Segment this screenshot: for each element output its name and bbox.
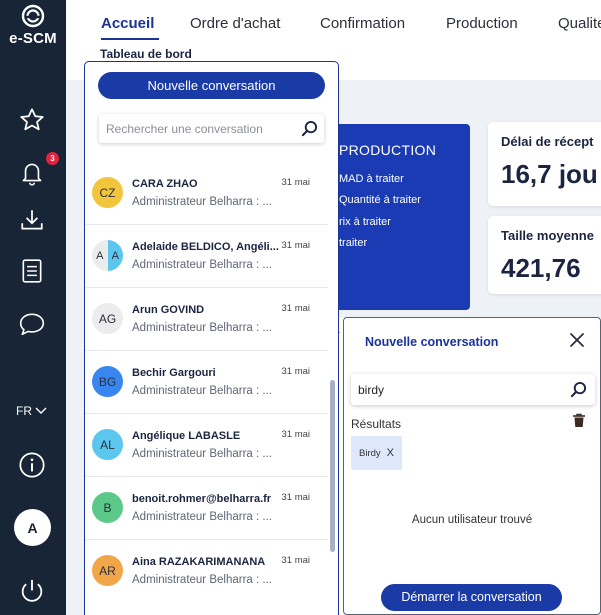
conversation-date: 31 mai: [281, 303, 310, 314]
logout-button[interactable]: [15, 574, 49, 608]
tab-accueil[interactable]: Accueil: [101, 15, 154, 32]
close-icon[interactable]: [568, 331, 586, 349]
production-line[interactable]: Quantité à traiter: [339, 194, 421, 206]
conversation-panel: Nouvelle conversation CZ CARA ZHAO Admin…: [84, 61, 339, 615]
empty-results-message: Aucun utilisateur trouvé: [411, 514, 533, 526]
power-icon: [21, 579, 43, 602]
conversation-item[interactable]: B benoit.rohmer@belharra.fr Administrate…: [85, 477, 328, 540]
conversation-date: 31 mai: [281, 240, 310, 251]
avatar: CZ: [92, 177, 123, 208]
logo-text: e-SCM: [9, 30, 57, 47]
kpi-label: Taille moyenne: [501, 228, 594, 243]
avatar-right: A: [107, 240, 123, 271]
conversation-preview: Administrateur Belharra : ...: [132, 322, 272, 334]
avatar-left: A: [92, 240, 108, 271]
conversation-preview: Administrateur Belharra : ...: [132, 448, 272, 460]
conversation-name: Arun GOVIND: [132, 304, 205, 316]
production-line[interactable]: rix à traiter: [339, 216, 391, 228]
language-label: FR: [16, 404, 32, 418]
conversation-date: 31 mai: [281, 177, 310, 188]
new-conversation-button[interactable]: Nouvelle conversation: [98, 72, 325, 99]
avatar: BG: [92, 366, 123, 397]
favorites-button[interactable]: [15, 103, 49, 137]
chip-label: Birdy: [359, 447, 381, 459]
modal-title: Nouvelle conversation: [365, 335, 499, 349]
conversation-search: [99, 114, 324, 143]
chevron-down-icon: [35, 407, 47, 414]
avatar: B: [92, 492, 123, 523]
conversation-item[interactable]: AR Aina RAZAKARIMANANA Administrateur Be…: [85, 540, 328, 603]
bell-icon: [22, 163, 42, 186]
documents-button[interactable]: [15, 254, 49, 288]
document-icon: [22, 259, 42, 283]
selected-user-chip[interactable]: Birdy X: [351, 436, 402, 470]
tab-confirmation[interactable]: Confirmation: [320, 15, 405, 32]
breadcrumb: Tableau de bord: [100, 47, 192, 61]
conversation-preview: Administrateur Belharra : ...: [132, 574, 272, 586]
avatar: AR: [92, 555, 123, 586]
language-selector[interactable]: FR: [16, 404, 47, 418]
conversation-date: 31 mai: [281, 555, 310, 566]
kpi-value: 421,76: [501, 253, 581, 283]
production-line[interactable]: MAD à traiter: [339, 173, 404, 185]
logo-icon: [21, 4, 45, 28]
info-icon: [19, 452, 45, 478]
user-search: [351, 374, 595, 405]
tab-qualite[interactable]: Qualite: [558, 15, 601, 32]
conversation-preview: Administrateur Belharra : ...: [132, 259, 272, 271]
kpi-value: 16,7 jou: [501, 159, 598, 189]
info-button[interactable]: [15, 448, 49, 482]
chat-bubble-icon: [19, 313, 45, 336]
conversation-date: 31 mai: [281, 429, 310, 440]
conversation-name: Aina RAZAKARIMANANA: [132, 556, 266, 568]
avatar: AG: [92, 303, 123, 334]
conversation-date: 31 mai: [281, 492, 310, 503]
conversation-item[interactable]: AG Arun GOVIND Administrateur Belharra :…: [85, 288, 328, 351]
conversation-name: Adelaide BELDICO, Angéli...: [132, 241, 279, 253]
conversation-name: Angélique LABASLE: [132, 430, 241, 442]
trash-icon[interactable]: [572, 413, 586, 428]
production-card[interactable]: PRODUCTION MAD à traiter Quantité à trai…: [330, 124, 470, 310]
conversation-item[interactable]: CZ CARA ZHAO Administrateur Belharra : .…: [85, 162, 328, 225]
conversation-name: benoit.rohmer@belharra.fr: [132, 493, 272, 505]
conversation-preview: Administrateur Belharra : ...: [132, 385, 272, 397]
download-button[interactable]: [15, 203, 49, 237]
conversation-search-input[interactable]: [99, 114, 289, 143]
star-icon: [20, 108, 44, 131]
new-conversation-modal: Nouvelle conversation Résultats Birdy X …: [343, 317, 601, 615]
conversation-preview: Administrateur Belharra : ...: [132, 511, 272, 523]
conversation-date: 31 mai: [281, 366, 310, 377]
group-avatar: A A: [92, 240, 123, 271]
notification-badge: 3: [46, 152, 59, 165]
app-logo[interactable]: e-SCM: [0, 4, 66, 47]
chip-remove-button[interactable]: X: [387, 447, 394, 459]
production-line[interactable]: traiter: [339, 237, 367, 249]
conversation-item[interactable]: BG Bechir Gargouri Administrateur Belhar…: [85, 351, 328, 414]
kpi-card-taille: Taille moyenne 421,76: [488, 216, 601, 294]
chat-button[interactable]: [15, 307, 49, 341]
user-search-input[interactable]: [351, 374, 556, 405]
kpi-label: Délai de récept: [501, 134, 594, 149]
sidebar: e-SCM 3 FR A: [0, 0, 66, 615]
kpi-card-delai: Délai de récept 16,7 jou: [488, 122, 601, 206]
notifications-button[interactable]: [15, 156, 49, 190]
search-icon[interactable]: [301, 120, 318, 137]
conversation-name: CARA ZHAO: [132, 178, 198, 190]
conversation-item[interactable]: AL Angélique LABASLE Administrateur Belh…: [85, 414, 328, 477]
tab-ordre-achat[interactable]: Ordre d'achat: [190, 15, 280, 32]
download-icon: [21, 210, 43, 230]
conversation-preview: Administrateur Belharra : ...: [132, 196, 272, 208]
tab-production[interactable]: Production: [446, 15, 518, 32]
results-label: Résultats: [351, 417, 402, 431]
conversation-list-scrollbar[interactable]: [330, 380, 335, 552]
avatar: AL: [92, 429, 123, 460]
user-avatar[interactable]: A: [14, 509, 51, 546]
conversation-name: Bechir Gargouri: [132, 367, 216, 379]
start-conversation-button[interactable]: Démarrer la conversation: [381, 584, 562, 611]
active-tab-indicator: [101, 38, 159, 40]
conversation-item[interactable]: A A Adelaide BELDICO, Angéli... Administ…: [85, 225, 328, 288]
search-icon[interactable]: [570, 381, 587, 398]
production-card-title: PRODUCTION: [339, 142, 437, 158]
